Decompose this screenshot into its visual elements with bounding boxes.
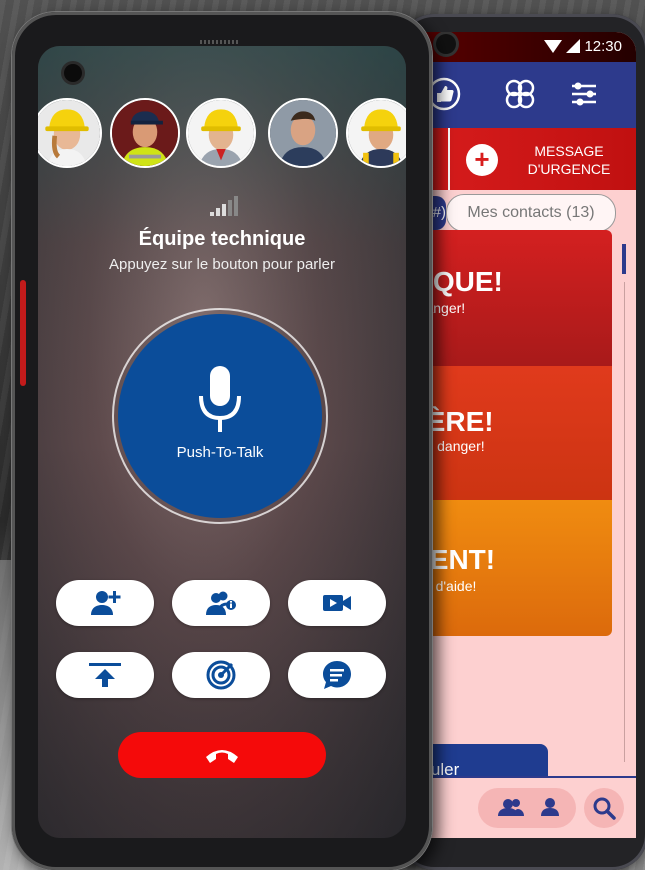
- bottom-bar: [412, 776, 636, 838]
- instruction-text: Appuyez sur le bouton pour parler: [109, 256, 335, 273]
- front-camera-icon: [64, 64, 82, 82]
- alert-severe-button[interactable]: VÈRE! e en danger!: [412, 366, 612, 500]
- top-nav-bar: [412, 62, 636, 128]
- groups-icon[interactable]: [502, 76, 538, 112]
- tab-my-contacts[interactable]: Mes contacts (13): [446, 194, 616, 232]
- alert-critical-button[interactable]: TIQUE! n danger!: [412, 230, 612, 366]
- chat-button[interactable]: [288, 652, 386, 698]
- upload-icon: [89, 663, 121, 687]
- add-message-icon: +: [466, 144, 498, 176]
- group-and-user-icons: [498, 798, 559, 816]
- ptt-label: Push-To-Talk: [176, 444, 264, 461]
- avatar[interactable]: [110, 98, 180, 168]
- scrollbar-track: [624, 282, 625, 762]
- radar-icon: [206, 660, 236, 690]
- emergency-actions-bar: + MESSAGE D'URGENCE: [412, 128, 636, 190]
- chat-icon: [323, 661, 351, 689]
- upload-button[interactable]: [56, 652, 154, 698]
- wifi-icon: [544, 40, 562, 53]
- search-icon: [593, 797, 616, 820]
- divider: [448, 128, 450, 190]
- signal-icon: [566, 39, 580, 53]
- back-phone-screen: 12:30 + MESSAGE D'URGENCE #) Mes contact…: [412, 32, 636, 838]
- emergency-label-line1: MESSAGE: [534, 143, 604, 159]
- add-user-button[interactable]: [56, 580, 154, 626]
- avatar[interactable]: [268, 98, 338, 168]
- avatar[interactable]: [186, 98, 256, 168]
- team-name: Équipe technique: [138, 228, 306, 250]
- alert-urgent-button[interactable]: GENT! soin d'aide!: [412, 500, 612, 636]
- phone-hangup-icon: [206, 750, 238, 763]
- video-call-button[interactable]: [288, 580, 386, 626]
- camera-icon: [436, 34, 456, 54]
- end-call-button[interactable]: [118, 732, 326, 778]
- emergency-label-line2: D'URGENCE: [527, 161, 611, 177]
- add-user-icon: [91, 591, 121, 615]
- microphone-icon: [199, 366, 241, 432]
- speaker-grille: [200, 40, 238, 44]
- scrollbar-thumb[interactable]: [622, 244, 626, 274]
- push-to-talk-button[interactable]: Push-To-Talk: [118, 314, 322, 518]
- status-time: 12:30: [584, 38, 622, 55]
- avatar[interactable]: [38, 98, 102, 168]
- avatar[interactable]: [346, 98, 406, 168]
- team-avatars: [38, 98, 406, 174]
- ptt-side-button[interactable]: [20, 280, 26, 386]
- emergency-message-button[interactable]: + MESSAGE D'URGENCE: [466, 138, 636, 182]
- settings-sliders-icon[interactable]: [566, 76, 602, 112]
- group-info-button[interactable]: [172, 580, 270, 626]
- search-button[interactable]: [584, 788, 624, 828]
- group-info-icon: [206, 591, 236, 615]
- signal-strength-icon: [210, 196, 240, 216]
- status-bar: 12:30: [412, 32, 636, 62]
- contacts-toggle[interactable]: [478, 788, 576, 828]
- front-phone-screen: Équipe technique Appuyez sur le bouton p…: [38, 46, 406, 838]
- radar-button[interactable]: [172, 652, 270, 698]
- video-call-icon: [323, 595, 351, 611]
